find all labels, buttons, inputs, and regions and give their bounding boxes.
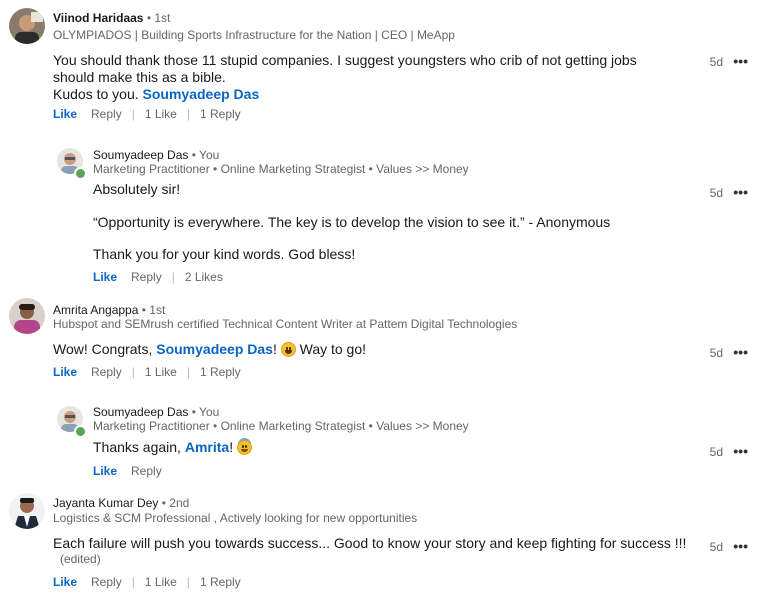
reply-soumyadeep-1: Soumyadeep Das • You Marketing Practitio… [0, 140, 757, 290]
connection-degree: • You [191, 405, 220, 419]
reply-soumyadeep-2: Soumyadeep Das • You Marketing Practitio… [0, 398, 757, 483]
comment-text-prefix: Wow! Congrats, [53, 341, 157, 357]
comment-text: Absolutely sir! [93, 181, 181, 197]
author-headline: OLYMPIADOS | Building Sports Infrastruct… [53, 28, 455, 42]
divider: | [171, 270, 175, 284]
divider: | [186, 365, 190, 379]
timestamp: 5d [709, 445, 723, 459]
like-count[interactable]: 1 Like [145, 107, 177, 121]
author-line: Amrita Angappa • 1st [53, 303, 165, 317]
comment-actions: Like Reply [93, 464, 162, 478]
connection-degree: • You [191, 148, 220, 162]
connection-degree: • 1st [141, 303, 166, 317]
like-button[interactable]: Like [53, 107, 77, 121]
comment-viinod: Viinod Haridaas • 1st OLYMPIADOS | Build… [0, 0, 757, 130]
comment-text-suffix: Way to go! [295, 341, 367, 357]
comment-text-mid: ! [229, 439, 237, 455]
mention-link[interactable]: Soumyadeep Das [156, 341, 273, 357]
comment-line: You should thank those 11 stupid compani… [53, 52, 637, 68]
reply-count[interactable]: 1 Reply [200, 365, 241, 379]
comment-actions: Like Reply | 1 Like | 1 Reply [53, 107, 241, 121]
comment-text: Each failure will push you towards succe… [53, 535, 687, 551]
more-options-icon[interactable]: ••• [733, 344, 748, 360]
comment-text: Thanks again, Amrita! [93, 439, 252, 456]
author-line: Soumyadeep Das • You [93, 148, 219, 162]
divider: | [186, 107, 190, 121]
reply-button[interactable]: Reply [131, 270, 162, 284]
divider: | [131, 365, 135, 379]
timestamp: 5d [709, 346, 723, 360]
author-name[interactable]: Viinod Haridaas [53, 11, 143, 25]
more-options-icon[interactable]: ••• [733, 538, 748, 554]
author-name[interactable]: Amrita Angappa [53, 303, 138, 317]
like-button[interactable]: Like [93, 270, 117, 284]
timestamp: 5d [709, 55, 723, 69]
like-button[interactable]: Like [53, 365, 77, 379]
comment-text-prefix: Kudos to you. [53, 86, 143, 102]
mention-link[interactable]: Soumyadeep Das [143, 86, 260, 102]
author-line: Soumyadeep Das • You [93, 405, 219, 419]
reply-count[interactable]: 1 Reply [200, 575, 241, 589]
connection-degree: • 2nd [161, 496, 190, 510]
author-name[interactable]: Soumyadeep Das [93, 405, 188, 419]
author-headline: Marketing Practitioner • Online Marketin… [93, 419, 469, 433]
reply-count[interactable]: 1 Reply [200, 107, 241, 121]
comment-actions: Like Reply | 1 Like | 1 Reply [53, 365, 241, 379]
timestamp: 5d [709, 540, 723, 554]
comment-text: You should thank those 11 stupid compani… [53, 52, 693, 103]
divider: | [131, 107, 135, 121]
comment-line: Kudos to you. Soumyadeep Das [53, 86, 693, 103]
reply-button[interactable]: Reply [91, 365, 122, 379]
comment-amrita: Amrita Angappa • 1st Hubspot and SEMrush… [0, 295, 757, 390]
avatar[interactable] [9, 8, 45, 44]
avatar[interactable] [9, 298, 45, 334]
comment-actions: Like Reply | 1 Like | 1 Reply [53, 575, 241, 589]
author-headline: Hubspot and SEMrush certified Technical … [53, 317, 518, 331]
comment-line: should make this as a bible. [53, 69, 226, 85]
like-count[interactable]: 1 Like [145, 365, 177, 379]
more-options-icon[interactable]: ••• [733, 53, 748, 69]
more-options-icon[interactable]: ••• [733, 184, 748, 200]
online-status-icon [74, 425, 87, 438]
like-count[interactable]: 2 Likes [185, 270, 223, 284]
like-button[interactable]: Like [93, 464, 117, 478]
like-button[interactable]: Like [53, 575, 77, 589]
comment-text-prefix: Thanks again, [93, 439, 185, 455]
comment-text: Thank you for your kind words. God bless… [93, 246, 356, 262]
reply-button[interactable]: Reply [91, 107, 122, 121]
avatar[interactable] [9, 493, 45, 529]
divider: | [186, 575, 190, 589]
timestamp: 5d [709, 186, 723, 200]
comment-actions: Like Reply | 2 Likes [93, 270, 223, 284]
mention-link[interactable]: Amrita [185, 439, 229, 455]
author-line: Viinod Haridaas • 1st [53, 11, 170, 25]
reply-button[interactable]: Reply [131, 464, 162, 478]
like-count[interactable]: 1 Like [145, 575, 177, 589]
edited-label: (edited) [60, 552, 101, 566]
comment-text: Wow! Congrats, Soumyadeep Das! Way to go… [53, 341, 366, 358]
comment-text: “Opportunity is everywhere. The key is t… [93, 214, 611, 230]
reply-button[interactable]: Reply [91, 575, 122, 589]
comment-jayanta: Jayanta Kumar Dey • 2nd Logistics & SCM … [0, 490, 757, 595]
author-headline: Logistics & SCM Professional , Actively … [53, 511, 418, 525]
more-options-icon[interactable]: ••• [733, 443, 748, 459]
online-status-icon [74, 167, 87, 180]
divider: | [131, 575, 135, 589]
author-line: Jayanta Kumar Dey • 2nd [53, 496, 189, 510]
smiling-face-with-halo-icon [236, 440, 252, 455]
author-headline: Marketing Practitioner • Online Marketin… [93, 162, 469, 176]
grinning-face-icon [280, 342, 296, 357]
comment-text-mid: ! [272, 341, 281, 357]
author-name[interactable]: Jayanta Kumar Dey [53, 496, 158, 510]
author-name[interactable]: Soumyadeep Das [93, 148, 188, 162]
connection-degree: • 1st [146, 11, 171, 25]
